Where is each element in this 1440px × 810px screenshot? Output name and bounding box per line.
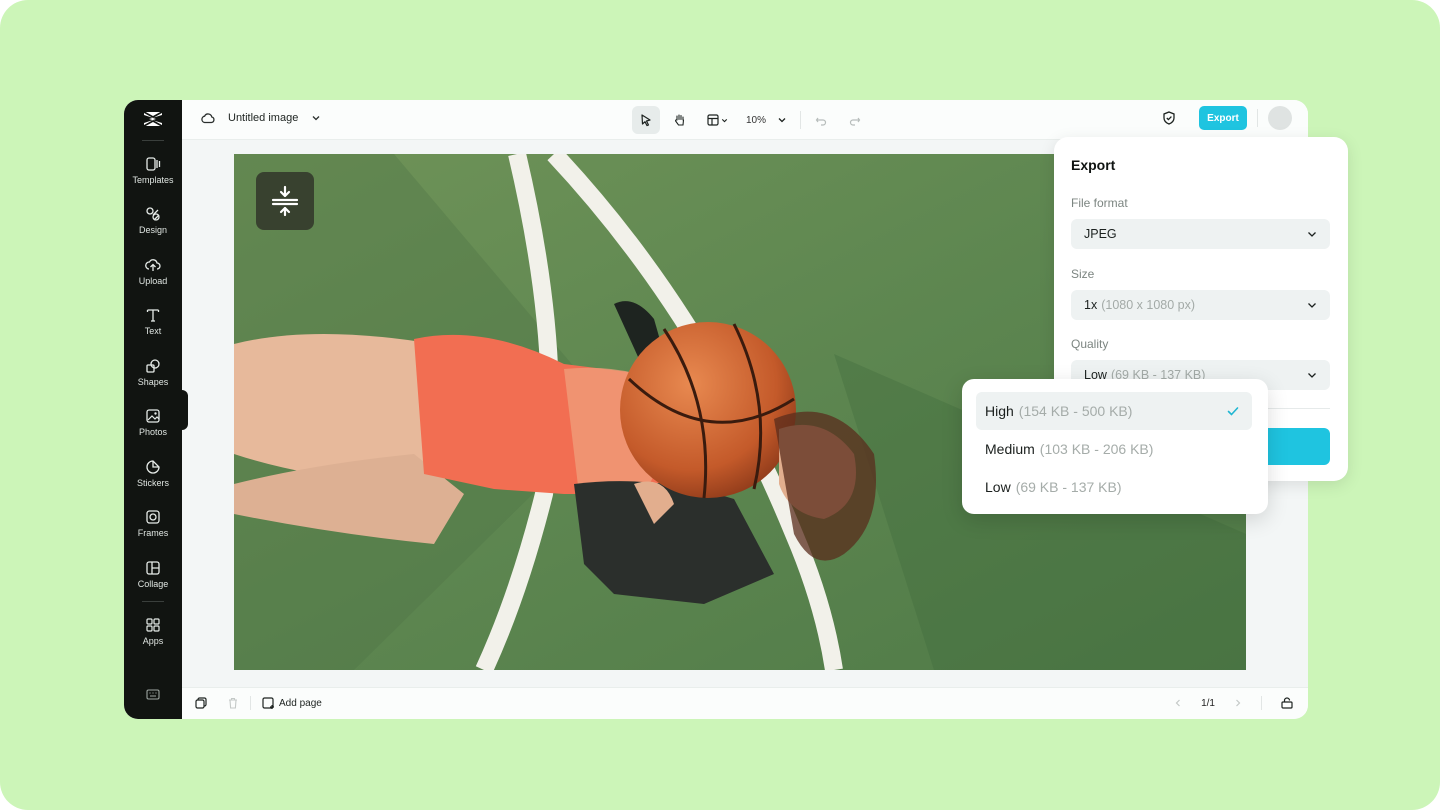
compress-icon — [271, 185, 299, 217]
zoom-chevron-down-icon[interactable] — [776, 114, 788, 126]
redo-icon — [849, 117, 861, 126]
chevron-down-icon — [1308, 373, 1316, 378]
chevron-left-icon[interactable] — [1173, 698, 1183, 708]
zoom-level[interactable]: 10% — [746, 115, 766, 126]
stickers-icon — [146, 460, 160, 474]
layout-menu-button[interactable] — [700, 106, 734, 134]
check-icon — [1227, 407, 1239, 416]
sidebar-item-frames[interactable]: Frames — [124, 505, 182, 549]
quality-option-label: Low — [985, 479, 1011, 495]
export-button[interactable]: Export — [1199, 106, 1247, 130]
sidebar-item-label: Text — [144, 326, 162, 336]
quality-option-label: High — [985, 403, 1014, 419]
size-label: Size — [1071, 267, 1095, 281]
keyboard-shortcuts-button[interactable] — [124, 682, 182, 704]
apps-icon — [146, 618, 160, 632]
sidebar-item-label: Upload — [138, 276, 168, 286]
quality-option-high[interactable]: High (154 KB - 500 KB) — [976, 392, 1252, 430]
design-icon — [146, 207, 160, 221]
sidebar-item-collage[interactable]: Collage — [124, 556, 182, 600]
sidebar-item-templates[interactable]: Templates — [124, 152, 182, 196]
hand-tool-button[interactable] — [666, 106, 694, 134]
sidebar-collapse-handle[interactable] — [182, 390, 188, 430]
sidebar-item-label: Collage — [137, 579, 169, 589]
sidebar-item-label: Photos — [138, 427, 168, 437]
sidebar-item-label: Shapes — [137, 377, 169, 387]
select-tool-button[interactable] — [632, 106, 660, 134]
cloud-save-icon[interactable] — [200, 110, 216, 126]
sidebar-item-label: Design — [138, 225, 167, 235]
quality-option-range: (69 KB - 137 KB) — [1015, 479, 1122, 495]
sidebar-item-apps[interactable]: Apps — [124, 613, 182, 657]
toolbar-divider — [250, 696, 251, 710]
quality-option-range: (103 KB - 206 KB) — [1039, 441, 1154, 457]
page-indicator: 1/1 — [1201, 697, 1215, 709]
sidebar-item-photos[interactable]: Photos — [124, 404, 182, 448]
sidebar-divider — [142, 601, 164, 602]
photos-icon — [146, 409, 160, 423]
lock-icon[interactable] — [1280, 696, 1294, 710]
frames-icon — [146, 510, 160, 524]
layout-icon — [706, 114, 719, 126]
quality-option-range: (154 KB - 500 KB) — [1018, 403, 1133, 419]
sidebar-item-text[interactable]: Text — [124, 303, 182, 347]
collage-icon — [146, 561, 160, 575]
toolbar-divider — [800, 111, 802, 129]
sidebar: Templates Design Upload Text Shapes Phot… — [124, 100, 182, 719]
sidebar-item-label: Apps — [142, 636, 164, 646]
document-title[interactable]: Untitled image — [228, 112, 298, 124]
capcut-logo-icon[interactable] — [141, 108, 165, 130]
sidebar-item-stickers[interactable]: Stickers — [124, 455, 182, 499]
add-page-button[interactable]: Add page — [261, 696, 322, 710]
bottom-toolbar: Add page 1/1 — [182, 687, 1308, 719]
add-page-label: Add page — [279, 697, 322, 709]
chevron-down-icon[interactable] — [310, 112, 322, 124]
sidebar-item-upload[interactable]: Upload — [124, 253, 182, 297]
add-page-icon — [262, 697, 274, 709]
chevron-down-icon — [1308, 232, 1316, 237]
quality-dropdown-menu: High (154 KB - 500 KB) Medium (103 KB - … — [962, 379, 1268, 514]
keyboard-icon — [146, 689, 160, 700]
chevron-down-icon — [721, 118, 727, 122]
export-panel-title: Export — [1071, 157, 1116, 173]
redo-button[interactable] — [841, 106, 869, 134]
size-value: 1x — [1084, 298, 1098, 312]
file-format-label: File format — [1071, 196, 1128, 210]
avatar[interactable] — [1268, 106, 1292, 130]
size-select[interactable]: 1x (1080 x 1080 px) — [1071, 290, 1330, 320]
sidebar-item-label: Frames — [137, 528, 169, 538]
quality-label: Quality — [1071, 337, 1109, 351]
cursor-icon — [641, 114, 651, 127]
size-detail: (1080 x 1080 px) — [1101, 298, 1196, 312]
text-icon — [146, 309, 160, 322]
upload-icon — [145, 259, 161, 271]
shapes-icon — [146, 359, 160, 373]
undo-icon — [815, 117, 827, 126]
sidebar-divider — [142, 140, 164, 141]
sidebar-item-design[interactable]: Design — [124, 202, 182, 246]
toolbar-divider — [1261, 696, 1262, 710]
trash-icon[interactable] — [226, 696, 240, 710]
sidebar-item-shapes[interactable]: Shapes — [124, 354, 182, 398]
quality-option-medium[interactable]: Medium (103 KB - 206 KB) — [976, 430, 1252, 468]
file-format-value: JPEG — [1084, 227, 1117, 241]
duplicate-page-icon[interactable] — [194, 696, 208, 710]
chevron-down-icon — [1308, 303, 1316, 308]
quality-option-low[interactable]: Low (69 KB - 137 KB) — [976, 468, 1252, 506]
undo-button[interactable] — [807, 106, 835, 134]
chevron-right-icon[interactable] — [1233, 698, 1243, 708]
shield-icon[interactable] — [1161, 110, 1177, 126]
templates-icon — [146, 157, 161, 171]
sidebar-item-label: Templates — [132, 175, 174, 185]
quality-option-label: Medium — [985, 441, 1035, 457]
file-format-select[interactable]: JPEG — [1071, 219, 1330, 249]
toolbar-divider — [1257, 109, 1258, 127]
top-toolbar: Untitled image 10% Export — [182, 100, 1308, 140]
hand-icon — [675, 114, 685, 126]
compress-overlay — [256, 172, 314, 230]
sidebar-item-label: Stickers — [136, 478, 169, 488]
